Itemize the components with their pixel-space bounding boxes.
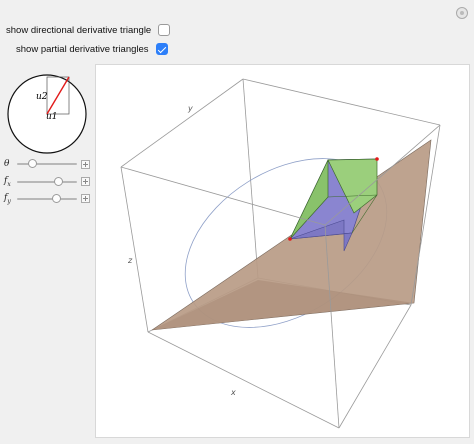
fx-label: fx [4, 176, 11, 188]
point-marker [288, 237, 292, 241]
theta-label: θ [4, 159, 10, 169]
theta-expand-icon[interactable] [81, 159, 90, 169]
plot-3d-view[interactable]: y z x [95, 64, 470, 438]
theta-slider-thumb[interactable] [28, 159, 37, 168]
direction-disk[interactable]: u2 u1 [6, 73, 88, 155]
fy-slider-row: fy [4, 193, 90, 205]
fy-slider[interactable] [17, 193, 77, 203]
theta-slider-row: θ [4, 159, 90, 169]
y-axis-label: y [187, 104, 193, 113]
fx-expand-icon[interactable] [81, 177, 90, 187]
fx-slider-thumb[interactable] [53, 176, 63, 186]
directional-label: show directional derivative triangle [6, 24, 152, 36]
z-axis-label: z [127, 256, 133, 265]
u1-label: u1 [46, 112, 58, 122]
theta-slider[interactable] [17, 159, 77, 168]
fy-slider-thumb[interactable] [52, 193, 61, 203]
partial-checkbox[interactable] [155, 43, 168, 55]
partial-toggle-row: show partial derivative triangles [16, 43, 168, 55]
directional-checkbox[interactable] [158, 24, 171, 36]
fx-slider[interactable] [17, 176, 77, 186]
fy-label: fy [4, 193, 11, 205]
fx-slider-row: fx [4, 176, 90, 188]
u2-label: u2 [36, 92, 48, 102]
point-marker-2 [375, 157, 379, 161]
fy-expand-icon[interactable] [81, 194, 90, 204]
x-axis-label: x [230, 388, 236, 397]
directional-toggle-row: show directional derivative triangle [6, 24, 171, 36]
options-gear-icon[interactable] [456, 7, 468, 19]
partial-label: show partial derivative triangles [16, 43, 149, 55]
